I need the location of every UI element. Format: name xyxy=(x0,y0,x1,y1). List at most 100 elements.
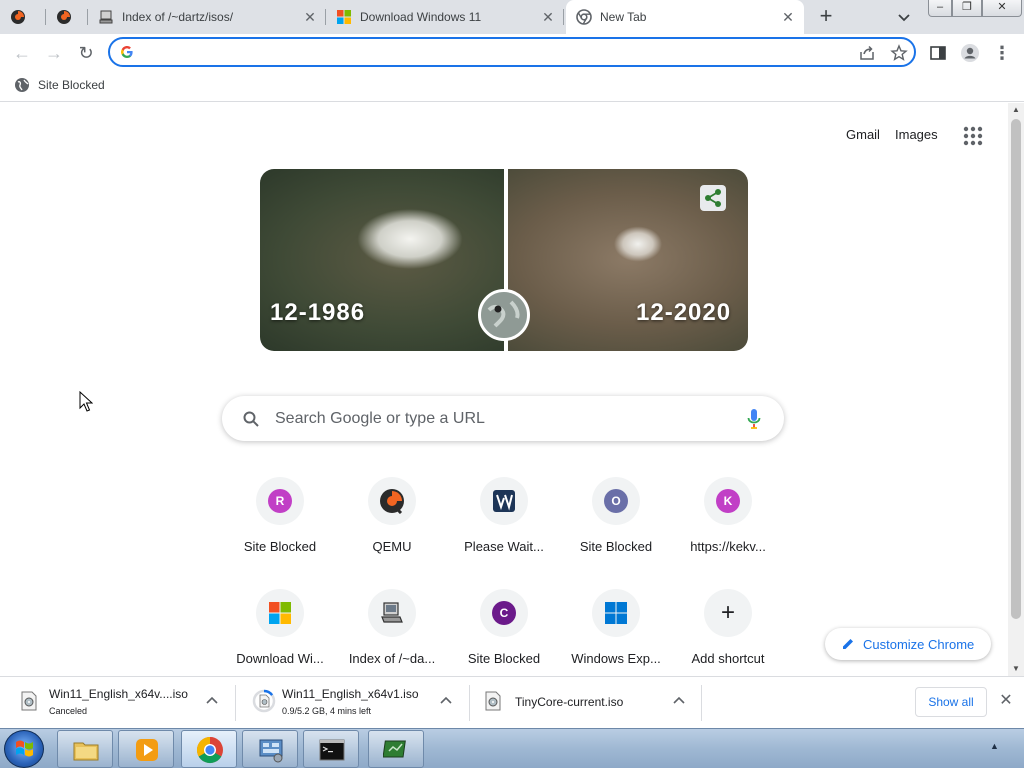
taskbar-command-prompt[interactable] xyxy=(303,730,359,768)
windows-orb-icon xyxy=(16,740,33,757)
voice-search-mic-icon[interactable] xyxy=(746,408,762,430)
tab-download-windows-11[interactable]: Download Windows 11 ✕ xyxy=(326,0,564,34)
taskbar-control-panel[interactable] xyxy=(242,730,298,768)
download-item[interactable]: TinyCore-current.iso xyxy=(470,677,702,729)
shortcut-label: Please Wait... xyxy=(464,539,544,554)
back-button[interactable]: ← xyxy=(11,42,33,64)
mouse-cursor-icon xyxy=(79,391,93,412)
profile-avatar-icon[interactable] xyxy=(960,43,980,63)
tray-expand-arrow-icon[interactable]: ▲ xyxy=(990,741,999,751)
letter-avatar-icon: K xyxy=(716,489,740,513)
share-icon[interactable] xyxy=(858,44,876,62)
doodle-globe-icon[interactable] xyxy=(478,289,530,341)
shortcut-icon-circle: + xyxy=(704,589,752,637)
windows-taskbar: ▲ xyxy=(0,728,1024,768)
google-doodle[interactable]: 12-1986 12-2020 xyxy=(260,169,748,351)
start-button[interactable] xyxy=(4,730,44,768)
ntp-search-box[interactable]: Search Google or type a URL xyxy=(222,396,784,441)
shortcut-kekv[interactable]: K https://kekv... xyxy=(672,477,784,577)
close-downloads-bar-icon[interactable]: ✕ xyxy=(998,693,1014,709)
tab-title: New Tab xyxy=(600,10,647,24)
taskbar-explorer[interactable] xyxy=(57,730,113,768)
site-logo-icon xyxy=(493,490,515,512)
chrome-menu-button[interactable]: ⋮ xyxy=(991,42,1013,64)
shortcut-please-wait[interactable]: Please Wait... xyxy=(448,477,560,577)
minimize-button[interactable]: – xyxy=(928,0,952,17)
shortcut-site-blocked-r[interactable]: R Site Blocked xyxy=(224,477,336,577)
window-controls: – ❐ ✕ xyxy=(928,0,1022,18)
forward-button[interactable]: → xyxy=(43,42,65,64)
omnibox[interactable] xyxy=(108,37,916,67)
computer-icon xyxy=(381,602,403,623)
scroll-up-arrow-icon[interactable]: ▲ xyxy=(1008,103,1024,117)
side-panel-icon[interactable] xyxy=(928,43,948,63)
qemu-favicon-icon xyxy=(11,10,25,24)
bookmark-star-icon[interactable] xyxy=(890,44,908,62)
taskbar-chrome[interactable] xyxy=(181,730,237,768)
qemu-logo-icon xyxy=(380,489,404,514)
tab-close-icon[interactable]: ✕ xyxy=(540,9,556,25)
letter-avatar-icon: R xyxy=(268,489,292,513)
customize-label: Customize Chrome xyxy=(863,636,975,652)
doodle-share-icon[interactable] xyxy=(700,185,726,211)
media-player-icon xyxy=(136,739,158,761)
shortcut-icon-circle: C xyxy=(480,589,528,637)
shortcut-site-blocked-o[interactable]: O Site Blocked xyxy=(560,477,672,577)
browser-toolbar: ← → ↻ ⋮ xyxy=(0,34,1024,72)
chevron-up-icon[interactable] xyxy=(438,693,454,709)
bookmark-site-blocked[interactable]: Site Blocked xyxy=(14,77,105,93)
new-tab-page: Gmail Images 12-1986 12-2020 Search Goog… xyxy=(0,103,1008,676)
show-all-downloads-button[interactable]: Show all xyxy=(915,687,987,717)
pencil-icon xyxy=(843,639,853,649)
shortcut-icon-circle xyxy=(368,477,416,525)
shortcut-label: Site Blocked xyxy=(243,539,317,554)
tab-close-icon[interactable]: ✕ xyxy=(302,9,318,25)
address-bar-input[interactable] xyxy=(142,42,822,62)
shortcut-icon-circle: O xyxy=(592,477,640,525)
globe-icon xyxy=(15,78,29,92)
shortcut-download-windows[interactable]: Download Wi... xyxy=(224,589,336,676)
download-filename: Win11_English_x64v....iso xyxy=(49,687,188,701)
tab-new-tab[interactable]: New Tab ✕ xyxy=(566,0,804,34)
scrollbar-thumb[interactable] xyxy=(1011,119,1021,619)
tab-2[interactable] xyxy=(46,0,88,34)
monitor-app-icon xyxy=(383,740,406,758)
bookmark-label: Site Blocked xyxy=(38,78,105,92)
qemu-favicon-icon xyxy=(57,10,71,24)
tab-index-of-dartz-isos[interactable]: Index of /~dartz/isos/ ✕ xyxy=(88,0,326,34)
close-window-button[interactable]: ✕ xyxy=(982,0,1022,17)
restore-button[interactable]: ❐ xyxy=(952,0,982,17)
tab-title: Index of /~dartz/isos/ xyxy=(122,10,234,24)
shortcut-site-blocked-c[interactable]: C Site Blocked xyxy=(448,589,560,676)
tab-search-chevron-icon[interactable] xyxy=(893,6,915,28)
download-status: 0.9/5.2 GB, 4 mins left xyxy=(282,706,372,716)
images-link[interactable]: Images xyxy=(895,127,938,142)
reload-button[interactable]: ↻ xyxy=(75,42,97,64)
download-item[interactable]: Win11_English_x64v....iso Canceled xyxy=(0,677,236,729)
add-shortcut[interactable]: + Add shortcut xyxy=(672,589,784,676)
page-scrollbar[interactable]: ▲ ▼ xyxy=(1008,103,1024,676)
gmail-link[interactable]: Gmail xyxy=(846,127,880,142)
chevron-up-icon[interactable] xyxy=(204,693,220,709)
chrome-logo-icon xyxy=(196,736,223,764)
shortcut-icon-circle xyxy=(256,589,304,637)
shortcut-qemu[interactable]: QEMU xyxy=(336,477,448,577)
tab-1[interactable] xyxy=(0,0,46,34)
shortcut-label: Index of /~da... xyxy=(348,651,436,666)
new-tab-button[interactable]: + xyxy=(812,4,840,30)
shortcut-windows-explorer[interactable]: Windows Exp... xyxy=(560,589,672,676)
control-panel-icon xyxy=(259,739,283,763)
scroll-down-arrow-icon[interactable]: ▼ xyxy=(1008,662,1024,676)
download-item[interactable]: Win11_English_x64v1.iso 0.9/5.2 GB, 4 mi… xyxy=(236,677,470,729)
command-prompt-icon xyxy=(319,739,345,761)
windows-logo-icon xyxy=(605,602,627,624)
tab-close-icon[interactable]: ✕ xyxy=(780,9,796,25)
taskbar-media-player[interactable] xyxy=(118,730,174,768)
chevron-up-icon[interactable] xyxy=(671,693,687,709)
google-g-icon xyxy=(121,46,133,58)
google-apps-icon[interactable] xyxy=(962,125,984,147)
taskbar-qemu-monitor[interactable] xyxy=(368,730,424,768)
shortcut-index-of[interactable]: Index of /~da... xyxy=(336,589,448,676)
shortcut-icon-circle: K xyxy=(704,477,752,525)
customize-chrome-button[interactable]: Customize Chrome xyxy=(825,628,991,660)
